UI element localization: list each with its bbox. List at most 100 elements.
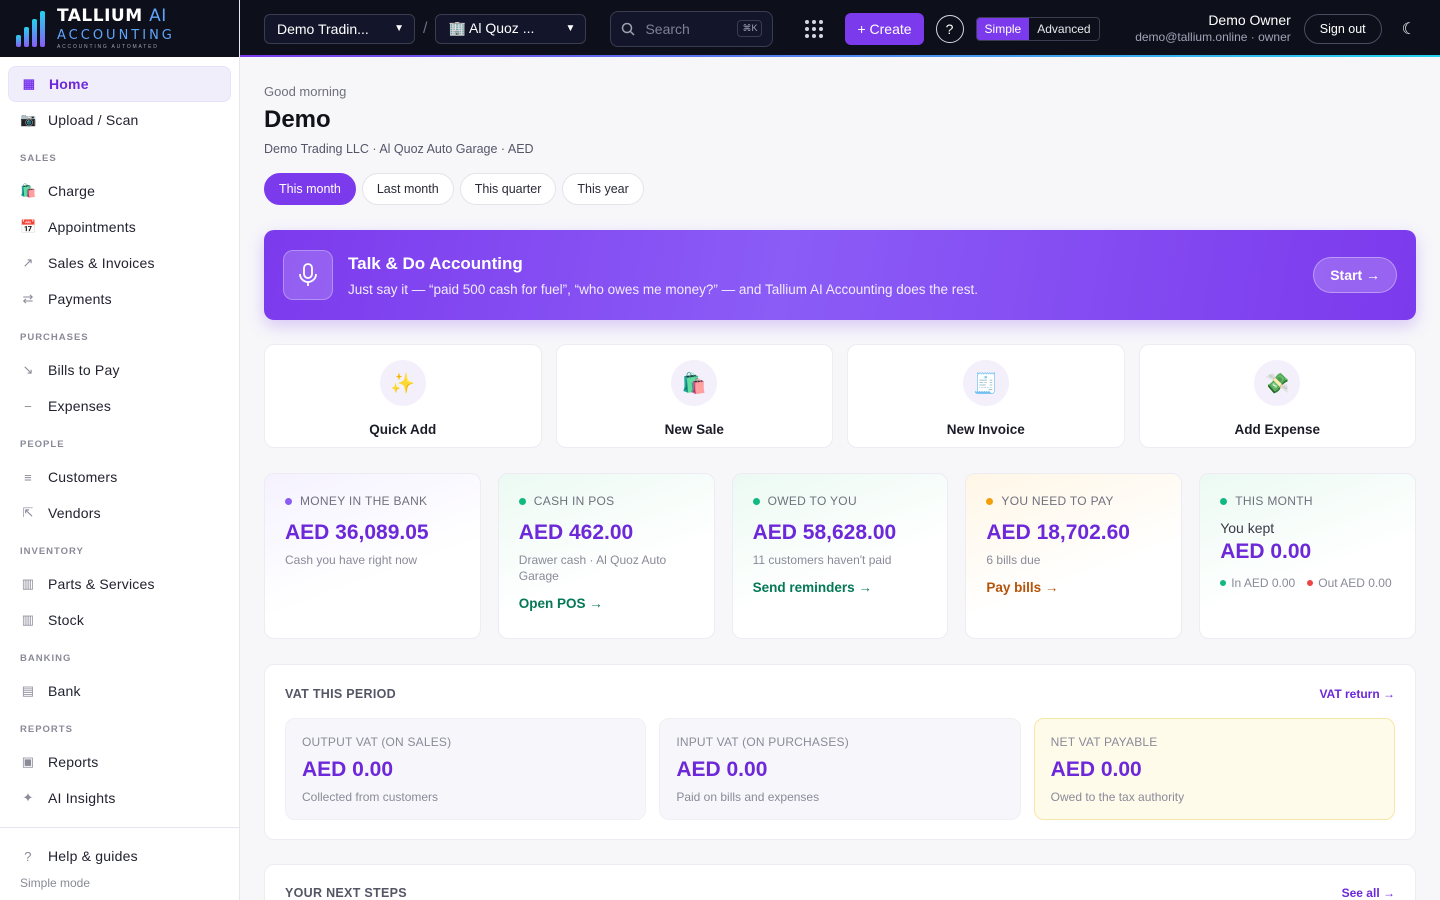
section-inventory: INVENTORY (20, 546, 84, 557)
home-grid-icon: ▦ (22, 76, 36, 91)
branch-select[interactable]: 🏢 Al Quoz ... ▼ (435, 13, 587, 44)
brand-subtitle: ACCOUNTING (57, 27, 175, 43)
sidebar-item-charge[interactable]: 🛍️ Charge (8, 173, 231, 209)
period-this-year[interactable]: This year (562, 173, 644, 205)
brand-logo[interactable]: TALLIUM AI ACCOUNTING ACCOUNTING AUTOMAT… (0, 0, 239, 57)
stat-card-pos[interactable]: CASH IN POS AED 462.00 Drawer cash · Al … (497, 473, 715, 639)
quick-add-button[interactable]: ✨ Quick Add (264, 344, 542, 448)
mode-advanced-button[interactable]: Advanced (1029, 18, 1098, 40)
period-filter: This month Last month This quarter This … (264, 173, 1416, 205)
sidebar-item-label: Expenses (48, 398, 112, 414)
brand-tagline: ACCOUNTING AUTOMATED (57, 43, 159, 50)
vat-value: AED 0.00 (1050, 758, 1142, 781)
period-this-quarter[interactable]: This quarter (459, 173, 557, 205)
sidebar-item-label: Customers (48, 469, 118, 485)
sidebar-item-payments[interactable]: ⇄ Payments (8, 281, 231, 317)
sidebar-item-vendors[interactable]: ⇱ Vendors (8, 495, 231, 531)
stat-value: AED 0.00 (1220, 540, 1312, 563)
vat-input-box: INPUT VAT (ON PURCHASES) AED 0.00 Paid o… (659, 718, 1021, 820)
sidebar-item-stock[interactable]: ▥ Stock (8, 602, 231, 638)
banner-subtitle: Just say it — “paid 500 cash for fuel”, … (348, 281, 979, 297)
new-invoice-button[interactable]: 🧾 New Invoice (847, 344, 1125, 448)
pay-bills-link[interactable]: Pay bills → (986, 580, 1161, 595)
stat-card-owed[interactable]: OWED TO YOU AED 58,628.00 11 customers h… (731, 473, 949, 639)
chevron-down-icon: ▼ (394, 23, 404, 34)
stat-card-pay[interactable]: YOU NEED TO PAY AED 18,702.60 6 bills du… (965, 473, 1183, 639)
sidebar-item-upload[interactable]: 📷 Upload / Scan (8, 102, 231, 138)
stat-subtext: Cash you have right now (285, 553, 418, 567)
sidebar-item-label: Help & guides (48, 848, 138, 864)
vat-label: OUTPUT VAT (ON SALES) (302, 735, 452, 749)
sidebar-item-appointments[interactable]: 📅 Appointments (8, 209, 231, 245)
page-title: Demo (264, 106, 331, 133)
bank-icon: ▤ (21, 683, 35, 698)
stat-label: YOU NEED TO PAY (1001, 494, 1114, 508)
mode-simple-button[interactable]: Simple (976, 17, 1030, 40)
apps-grid-icon[interactable] (805, 19, 824, 38)
section-purchases: PURCHASES (20, 332, 89, 343)
vat-panel: VAT THIS PERIOD VAT return → OUTPUT VAT … (264, 664, 1416, 840)
sidebar-item-home[interactable]: ▦ Home (8, 66, 231, 102)
user-name: Demo Owner (1208, 12, 1291, 29)
status-dot (1220, 497, 1228, 505)
sidebar-item-help[interactable]: ? Help & guides (8, 838, 231, 874)
shortcut-badge: ⌘K (737, 20, 763, 37)
sidebar-item-bills[interactable]: ↘ Bills to Pay (8, 352, 231, 388)
out-dot (1307, 580, 1314, 586)
stat-card-bank[interactable]: MONEY IN THE BANK AED 36,089.05 Cash you… (264, 473, 481, 639)
list-icon: ≡ (24, 469, 32, 485)
money-wings-icon: 💸 (1254, 360, 1301, 406)
brand-name: TALLIUM AI (57, 5, 167, 26)
vat-subtext: Paid on bills and expenses (676, 790, 820, 804)
vat-return-link[interactable]: VAT return → (1319, 687, 1395, 701)
question-icon: ? (24, 848, 32, 864)
next-steps-title: YOUR NEXT STEPS (285, 886, 407, 900)
vat-value: AED 0.00 (676, 758, 768, 781)
sidebar-item-sales-invoices[interactable]: ↗ Sales & Invoices (8, 245, 231, 281)
sidebar-item-parts-services[interactable]: ▥ Parts & Services (8, 566, 231, 602)
shopping-bag-icon: 🛍️ (20, 183, 37, 198)
stat-card-month[interactable]: THIS MONTH You kept AED 0.00 In AED 0.00… (1199, 473, 1416, 639)
stat-value: AED 58,628.00 (752, 521, 897, 544)
sidebar-item-label: Vendors (48, 505, 101, 521)
sidebar-item-label: Reports (48, 754, 99, 770)
sidebar-item-expenses[interactable]: − Expenses (8, 388, 231, 424)
sidebar-nav: ▦ Home 📷 Upload / Scan SALES 🛍️ Charge 📅… (0, 57, 239, 816)
start-button[interactable]: Start → (1313, 257, 1397, 293)
vat-output-box: OUTPUT VAT (ON SALES) AED 0.00 Collected… (285, 718, 647, 820)
vat-label: NET VAT PAYABLE (1050, 735, 1158, 749)
send-reminders-link[interactable]: Send reminders → (753, 580, 928, 595)
vat-subtext: Owed to the tax authority (1050, 790, 1185, 804)
new-sale-button[interactable]: 🛍️ New Sale (555, 344, 833, 448)
company-select[interactable]: Demo Tradin... ▼ (264, 13, 415, 44)
logo-bars-icon (16, 10, 45, 47)
receipt-icon: 🧾 (962, 360, 1009, 406)
open-pos-link[interactable]: Open POS → (519, 596, 694, 611)
dashboard: Good morning Demo Demo Trading LLC · Al … (264, 57, 1416, 900)
microphone-icon[interactable] (283, 250, 333, 300)
sidebar-item-customers[interactable]: ≡ Customers (8, 459, 231, 495)
sidebar-item-ai-insights[interactable]: ✦ AI Insights (8, 780, 231, 816)
in-out-summary: In AED 0.00 Out AED 0.00 (1220, 576, 1395, 590)
period-this-month[interactable]: This month (264, 173, 356, 205)
sign-out-button[interactable]: Sign out (1303, 13, 1382, 44)
next-steps-panel: YOUR NEXT STEPS See all → (264, 864, 1416, 900)
vat-label: INPUT VAT (ON PURCHASES) (676, 735, 849, 749)
search-input[interactable]: Search ⌘K (610, 10, 774, 47)
status-dot (285, 497, 292, 505)
sidebar-item-label: Stock (48, 612, 85, 628)
org-line: Demo Trading LLC · Al Quoz Auto Garage ·… (264, 142, 534, 156)
help-button[interactable]: ? (935, 14, 964, 43)
sidebar-item-reports[interactable]: ▣ Reports (8, 744, 231, 780)
period-last-month[interactable]: Last month (361, 173, 454, 205)
moon-icon[interactable]: ☾ (1402, 19, 1416, 39)
vat-title: VAT THIS PERIOD (285, 687, 396, 701)
sidebar-item-bank[interactable]: ▤ Bank (8, 673, 231, 709)
add-expense-button[interactable]: 💸 Add Expense (1138, 344, 1416, 448)
stat-subtext: Drawer cash · Al Quoz Auto Garage (518, 553, 667, 584)
sidebar-footer: ? Help & guides Simple mode (0, 827, 239, 900)
sidebar-item-label: Bills to Pay (48, 362, 120, 378)
create-button[interactable]: + Create (845, 12, 924, 45)
section-reports: REPORTS (20, 724, 73, 735)
see-all-link[interactable]: See all → (1342, 886, 1395, 900)
